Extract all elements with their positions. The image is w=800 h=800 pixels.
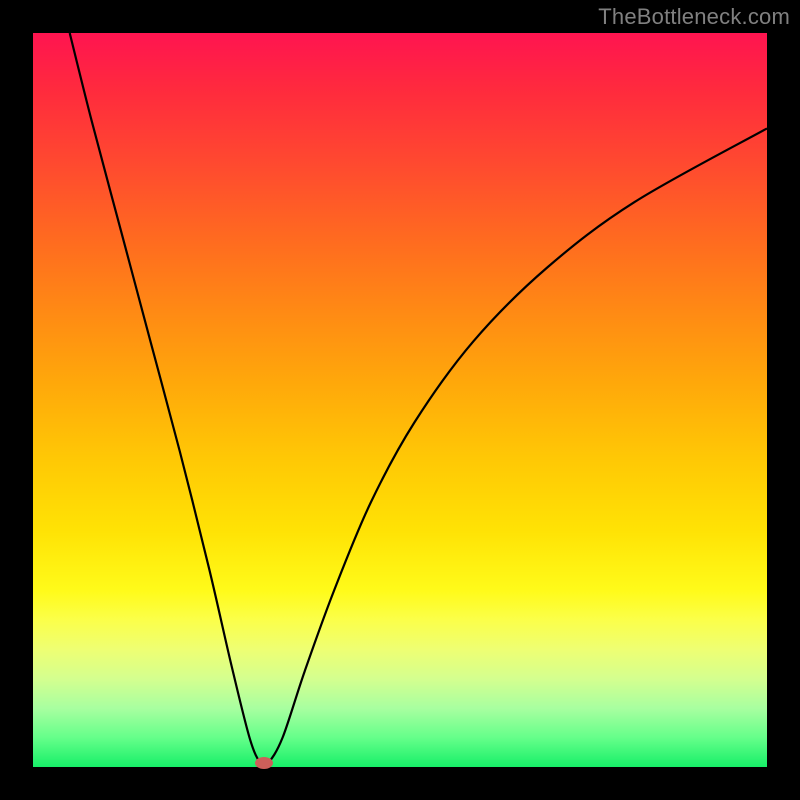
plot-area <box>33 33 767 767</box>
watermark-text: TheBottleneck.com <box>598 4 790 30</box>
chart-frame: TheBottleneck.com <box>0 0 800 800</box>
minimum-marker <box>255 757 273 769</box>
bottleneck-curve <box>33 33 767 767</box>
